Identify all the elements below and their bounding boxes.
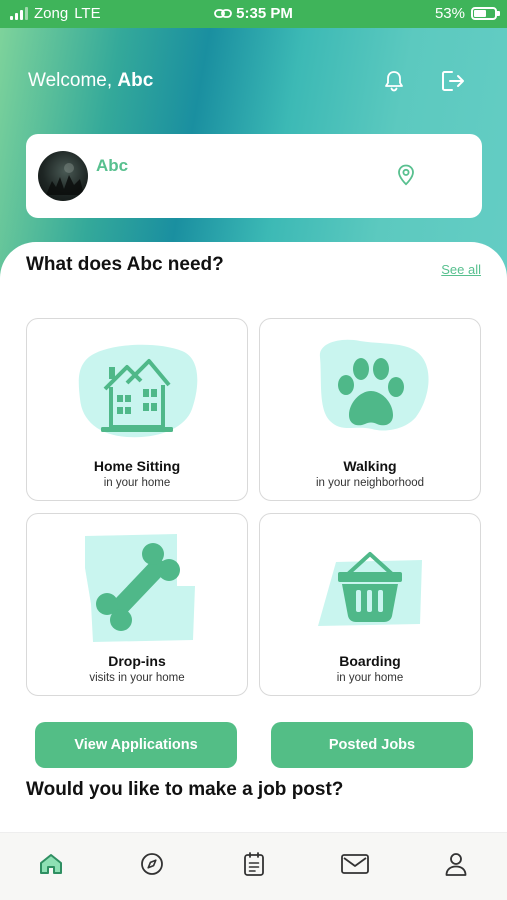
logout-icon <box>442 71 464 91</box>
battery-percent: 53% <box>434 5 465 22</box>
tile-title: Home Sitting <box>93 458 181 474</box>
bone-icon <box>85 534 195 642</box>
messages-tab[interactable] <box>338 847 372 881</box>
user-icon <box>445 853 467 876</box>
clipboard-icon <box>244 852 264 876</box>
service-tile-drop-ins[interactable]: Drop-ins visits in your home <box>26 513 248 696</box>
status-time: 5:35 PM <box>236 5 293 22</box>
status-bar: Zong LTE 5:35 PM 53% <box>0 0 507 28</box>
service-tile-boarding[interactable]: Boarding in your home <box>259 513 481 696</box>
tile-subtitle: visits in your home <box>89 672 185 684</box>
paw-icon <box>319 339 429 431</box>
welcome-user-name: Abc <box>117 70 154 91</box>
avatar-image <box>46 163 84 195</box>
jobs-tab[interactable] <box>237 847 271 881</box>
tile-title: Boarding <box>339 653 401 669</box>
battery-icon <box>471 7 500 20</box>
bottom-tab-bar <box>0 832 507 900</box>
profile-name: Abc <box>96 156 129 175</box>
posted-jobs-button[interactable]: Posted Jobs <box>271 722 473 768</box>
notifications-button[interactable] <box>379 66 409 96</box>
basket-icon <box>318 552 422 626</box>
avatar[interactable] <box>38 151 88 201</box>
explore-tab[interactable] <box>135 847 169 881</box>
home-tab[interactable] <box>34 847 68 881</box>
service-tile-home-sitting[interactable]: Home Sitting in your home <box>26 318 248 501</box>
welcome-text: Welcome, Abc <box>28 70 153 92</box>
services-title: What does Abc need? <box>26 254 224 275</box>
link-icon <box>214 9 233 18</box>
tile-title: Drop-ins <box>108 653 166 669</box>
bell-icon <box>385 71 403 92</box>
status-time-wrap: 5:35 PM <box>0 5 507 22</box>
profile-card[interactable]: Abc <box>26 134 482 218</box>
location-button[interactable] <box>397 164 415 191</box>
house-icon <box>78 344 198 438</box>
status-right: 53% <box>434 5 500 22</box>
tile-subtitle: in your neighborhood <box>315 477 425 489</box>
see-all-link[interactable]: See all <box>441 262 481 277</box>
home-icon <box>40 854 62 874</box>
map-pin-icon <box>398 164 414 186</box>
tile-subtitle: in your home <box>103 477 171 489</box>
compass-icon <box>141 853 163 875</box>
service-tile-walking[interactable]: Walking in your neighborhood <box>259 318 481 501</box>
tile-subtitle: in your home <box>336 672 404 684</box>
tile-title: Walking <box>343 458 397 474</box>
job-post-title: Would you like to make a job post? <box>26 779 344 800</box>
welcome-prefix: Welcome, <box>28 70 113 91</box>
mail-icon <box>341 854 369 874</box>
logout-button[interactable] <box>438 66 468 96</box>
view-applications-button[interactable]: View Applications <box>35 722 237 768</box>
profile-tab[interactable] <box>439 847 473 881</box>
